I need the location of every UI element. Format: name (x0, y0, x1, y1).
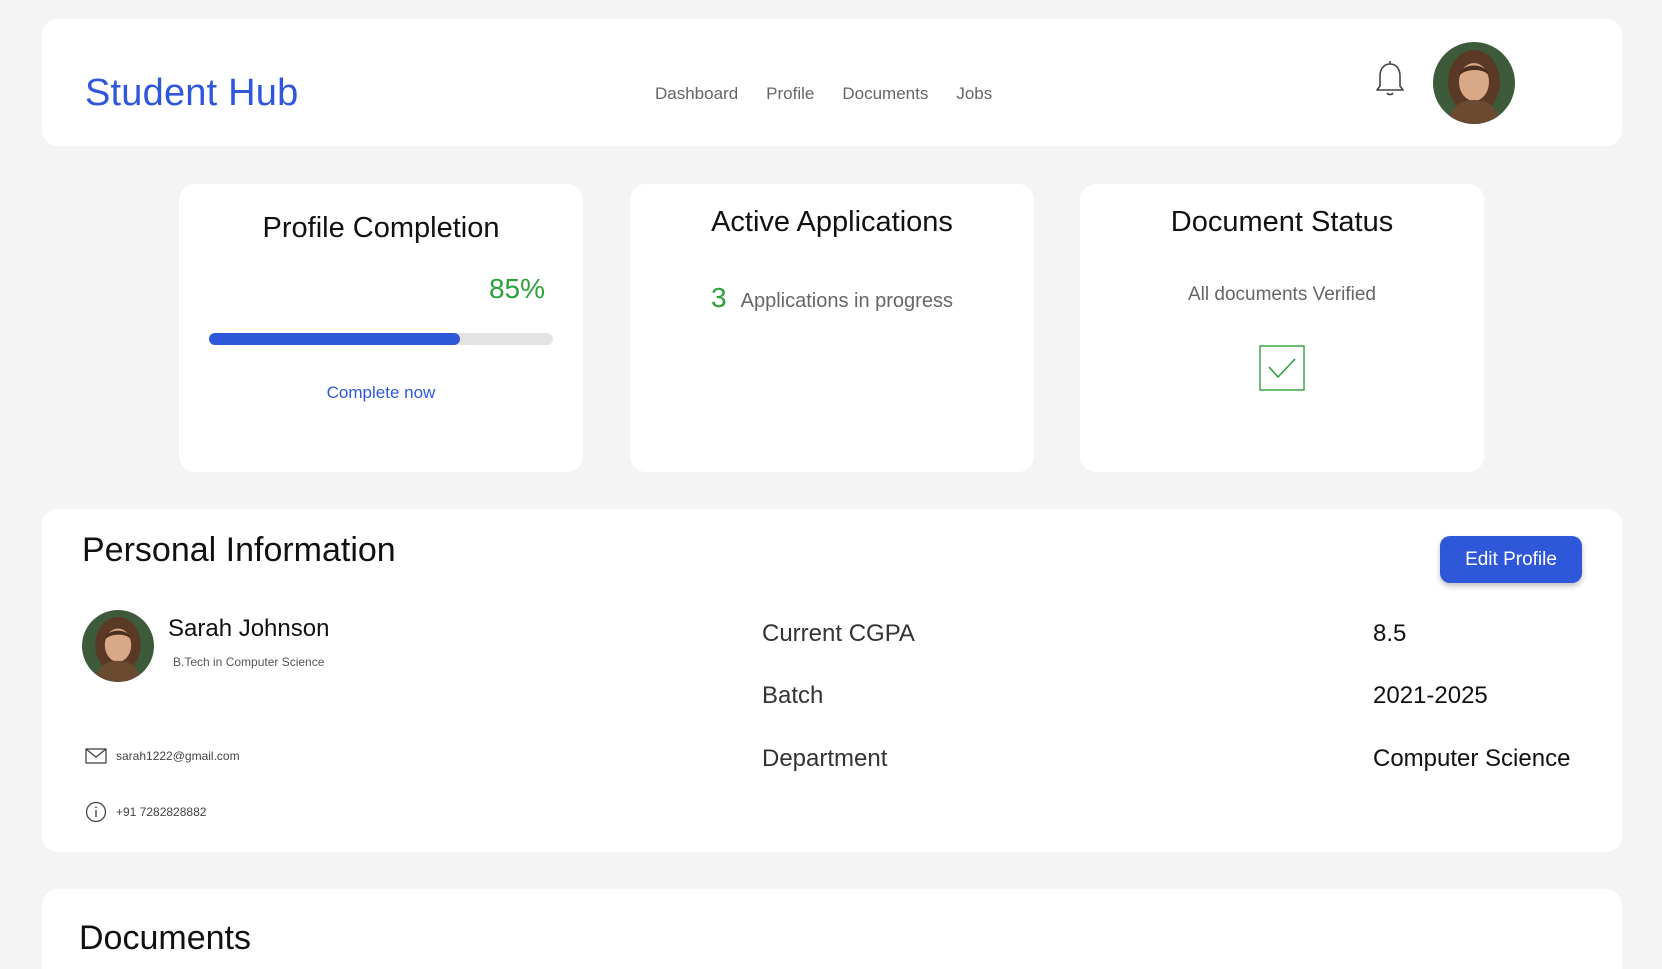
complete-now-link[interactable]: Complete now (179, 383, 583, 403)
top-header: Student Hub Dashboard Profile Documents … (42, 19, 1622, 146)
document-status-card: Document Status All documents Verified (1080, 184, 1484, 472)
nav-dashboard[interactable]: Dashboard (655, 77, 738, 111)
profile-completion-card: Profile Completion 85% Complete now (179, 184, 583, 472)
applications-count: 3 (711, 282, 727, 313)
cgpa-label: Current CGPA (762, 620, 915, 647)
nav-documents[interactable]: Documents (842, 77, 928, 111)
student-name: Sarah Johnson (168, 615, 330, 642)
nav-profile[interactable]: Profile (766, 77, 814, 111)
applications-label: Applications in progress (740, 290, 953, 312)
edit-profile-button[interactable]: Edit Profile (1440, 536, 1582, 583)
section-title: Personal Information (82, 531, 396, 569)
bell-icon[interactable] (1370, 59, 1410, 99)
completion-percent: 85% (488, 273, 545, 304)
avatar (82, 610, 154, 682)
active-applications-title: Active Applications (711, 206, 953, 238)
nav-jobs[interactable]: Jobs (956, 77, 992, 111)
personal-information-section: Personal Information Edit Profile Sarah … (42, 509, 1622, 852)
department-label: Department (762, 745, 888, 772)
document-status-text: All documents Verified (1188, 284, 1376, 305)
email-text[interactable]: sarah1222@gmail.com (116, 749, 240, 763)
student-degree: B.Tech in Computer Science (173, 655, 325, 669)
batch-value: 2021-2025 (1373, 682, 1488, 709)
active-applications-card: Active Applications 3 Applications in pr… (630, 184, 1034, 472)
department-value: Computer Science (1373, 745, 1571, 772)
mail-icon (85, 748, 107, 764)
applications-summary: 3 Applications in progress (630, 282, 1034, 314)
main-nav: Dashboard Profile Documents Jobs (655, 77, 992, 111)
info-icon (85, 801, 107, 823)
check-box-icon (1259, 345, 1305, 391)
contact-phone: +91 7282828882 (84, 801, 206, 823)
brand-logo[interactable]: Student Hub (85, 69, 298, 117)
documents-title: Documents (79, 919, 251, 957)
profile-completion-title: Profile Completion (262, 212, 500, 244)
progress-fill (209, 333, 461, 345)
phone-text: +91 7282828882 (116, 805, 207, 819)
contact-email: sarah1222@gmail.com (84, 745, 240, 767)
cgpa-value: 8.5 (1373, 620, 1407, 647)
progress-bar (209, 333, 553, 345)
documents-section: Documents (42, 889, 1622, 969)
avatar[interactable] (1433, 42, 1515, 124)
batch-label: Batch (762, 682, 824, 709)
document-status-title: Document Status (1170, 206, 1394, 238)
